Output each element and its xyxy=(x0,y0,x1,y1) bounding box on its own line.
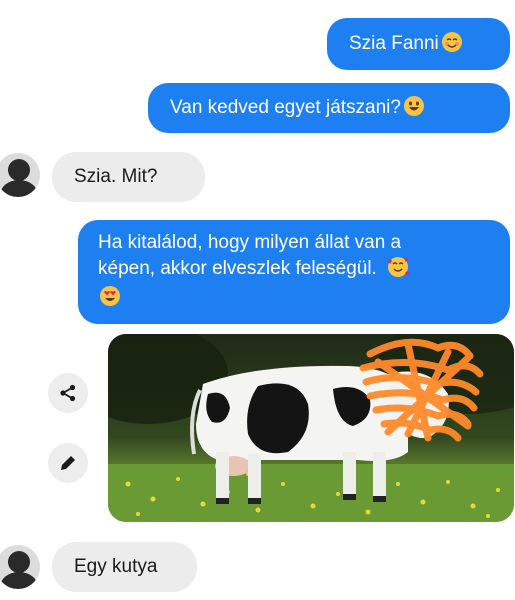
message-text: Szia Fanni xyxy=(349,33,439,54)
heart-eyes-face-icon xyxy=(100,286,120,306)
sent-message-2[interactable]: Van kedved egyet játszani? xyxy=(148,83,510,133)
message-text: Van kedved egyet játszani? xyxy=(170,97,401,118)
message-text: Szia. Mit? xyxy=(74,166,158,187)
contact-avatar[interactable] xyxy=(0,545,40,589)
avatar-body xyxy=(0,572,38,589)
received-message-1[interactable]: Szia. Mit? xyxy=(52,152,205,202)
smiling-face-with-hearts-icon xyxy=(388,256,410,277)
avatar-body xyxy=(0,180,38,197)
shared-photo[interactable] xyxy=(108,334,514,522)
contact-avatar[interactable] xyxy=(0,153,40,197)
pencil-icon xyxy=(61,456,75,470)
share-icon xyxy=(60,384,76,402)
message-line-1: Ha kitalálod, hogy milyen állat van a xyxy=(98,232,402,253)
message-line-2-row: képen, akkor elveszlek feleségül. xyxy=(98,256,498,282)
slightly-smiling-face-icon xyxy=(403,95,424,116)
avatar-head xyxy=(8,551,30,573)
sent-message-3[interactable]: Ha kitalálod, hogy milyen állat van a ké… xyxy=(78,220,510,324)
edit-button[interactable] xyxy=(48,443,88,483)
sent-message-1[interactable]: Szia Fanni xyxy=(327,18,510,70)
message-text: Egy kutya xyxy=(74,556,158,577)
received-message-2[interactable]: Egy kutya xyxy=(52,542,197,592)
cow-photo-image xyxy=(108,334,514,522)
smiling-face-with-blush-icon xyxy=(441,31,462,52)
avatar-head xyxy=(8,159,30,181)
message-line-2: képen, akkor elveszlek feleségül. xyxy=(98,258,377,279)
share-button[interactable] xyxy=(48,373,88,413)
